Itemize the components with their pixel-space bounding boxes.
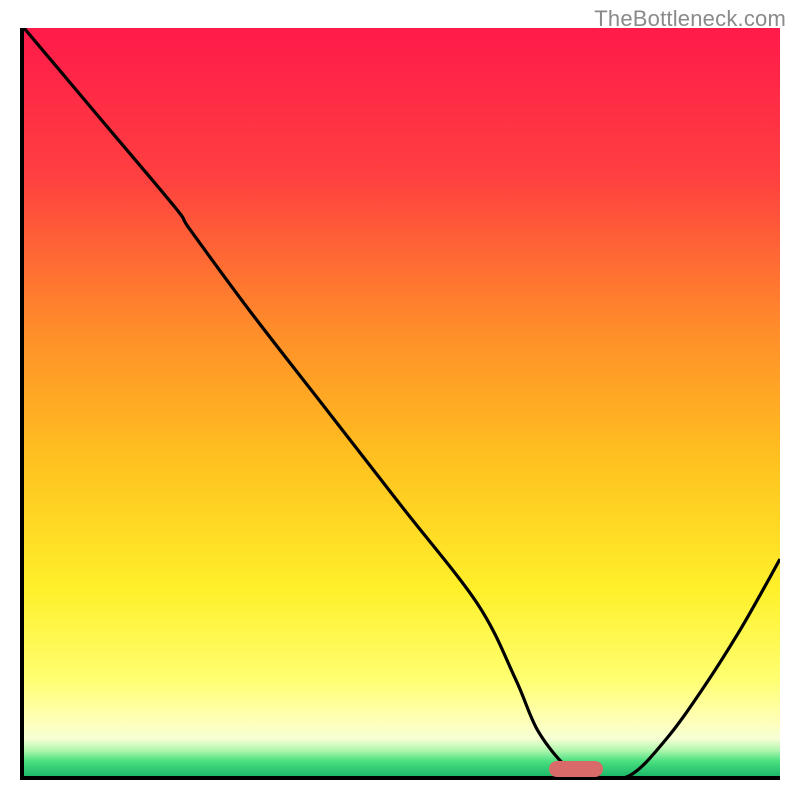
optimal-point-marker — [549, 761, 603, 777]
plot-area — [20, 28, 780, 780]
bottleneck-curve — [24, 28, 780, 776]
